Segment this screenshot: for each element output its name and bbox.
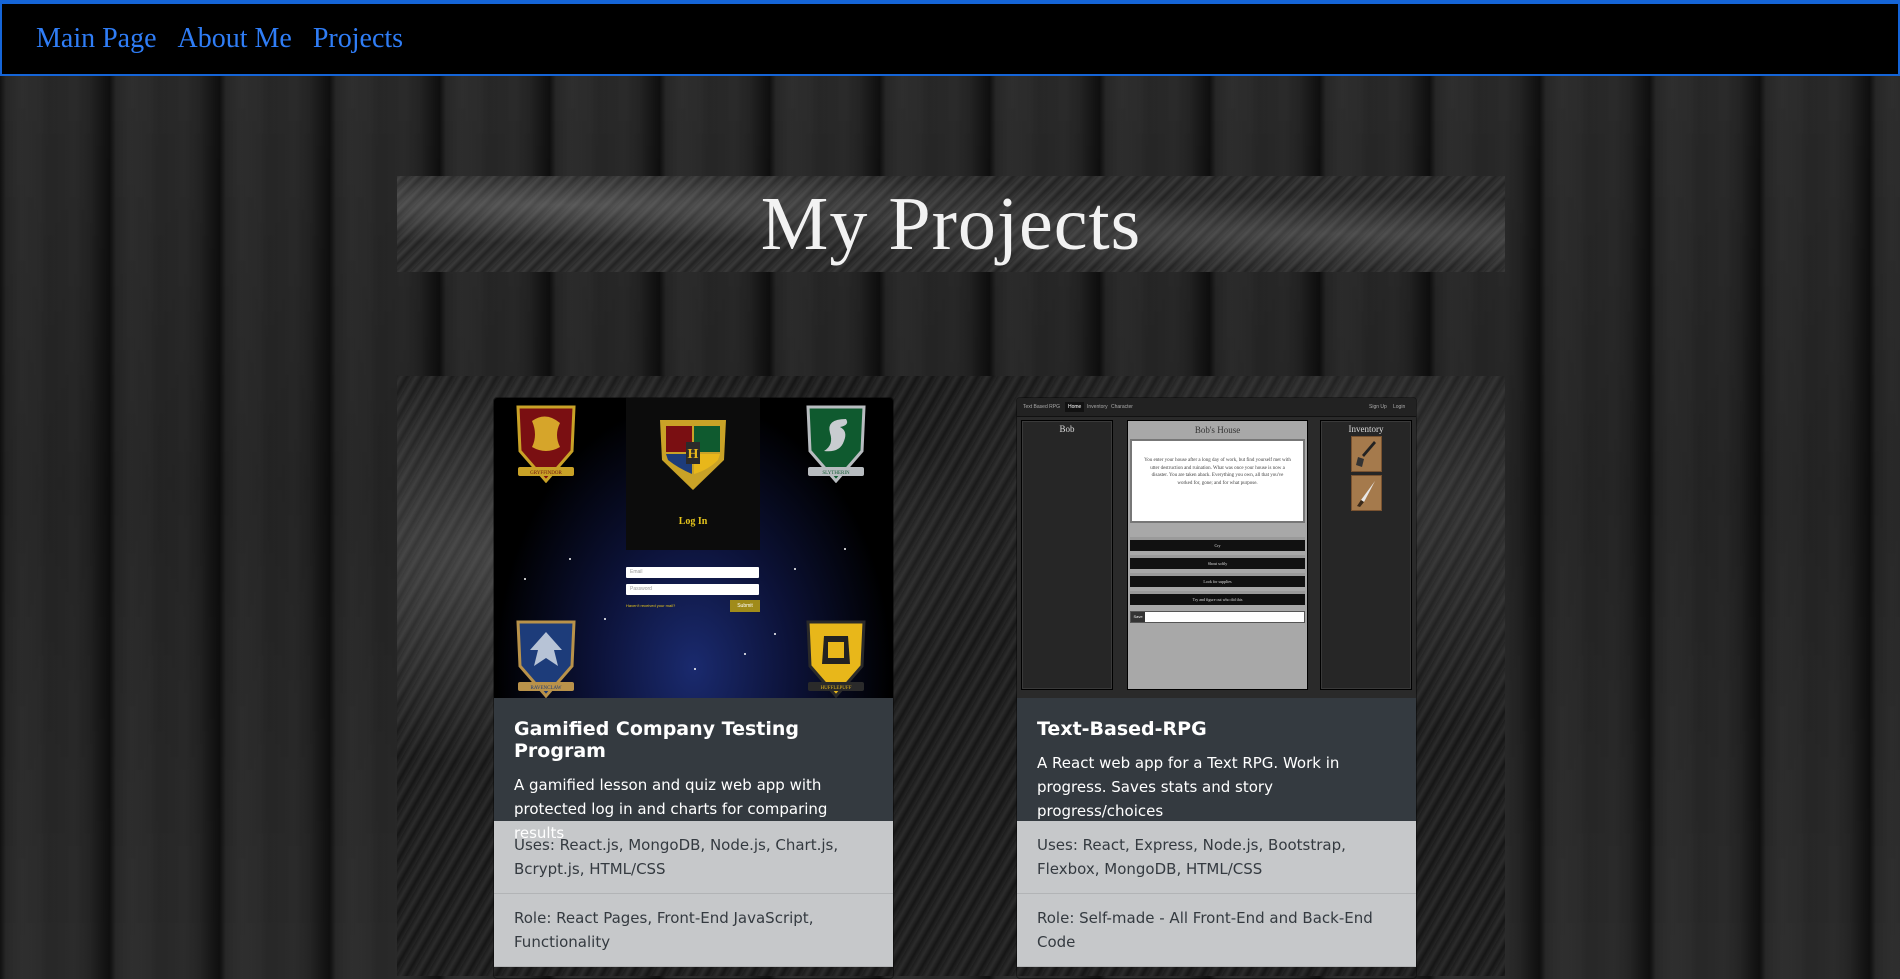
nav-link-about-me[interactable]: About Me [178,23,292,55]
ravenclaw-crest-icon: RAVENCLAW [516,620,576,698]
card-body: Gamified Company Testing Program A gamif… [494,698,893,842]
svg-text:H: H [688,447,699,462]
rpg-story-text: You enter your house after a long day of… [1130,439,1305,523]
rpg-nav-character[interactable]: Character [1111,404,1133,410]
project-card-gamified: GRYFFINDOR SLYTHERIN RAVENCLAW HUFFLEPUF… [493,397,894,979]
rpg-navbar: Text Based RPG Home Inventory Character … [1017,398,1416,417]
crest-label: SLYTHERIN [822,471,850,476]
rpg-character-name: Bob [1059,424,1075,434]
rpg-choice-button[interactable]: Try and figure out who did this [1130,591,1305,605]
rpg-nav-signup[interactable]: Sign Up [1369,404,1387,410]
password-field[interactable]: Password [626,584,759,595]
rpg-story-column: Bob's House You enter your house after a… [1127,420,1308,690]
email-field[interactable]: Email [626,567,759,578]
rpg-nav-inventory[interactable]: Inventory [1087,404,1108,410]
rpg-nav-home[interactable]: Home [1065,402,1085,412]
crest-label: GRYFFINDOR [530,471,562,476]
login-box: H Log In [626,398,760,550]
rpg-inventory-column: Inventory [1320,420,1412,690]
rpg-location-title: Bob's House [1128,421,1307,439]
rpg-choice-button[interactable]: Cry [1130,537,1305,551]
rpg-inventory-title: Inventory [1348,424,1384,434]
hufflepuff-crest-icon: HUFFLEPUFF [806,620,866,698]
rpg-nav-login[interactable]: Login [1393,404,1405,410]
project-screenshot-rpg[interactable]: Text Based RPG Home Inventory Character … [1017,398,1416,698]
card-title: Text-Based-RPG [1037,718,1207,740]
forgot-link[interactable]: Haven't received your mail? [626,603,675,608]
card-role: Role: React Pages, Front-End JavaScript,… [494,894,893,967]
card-uses: Uses: React, Express, Node.js, Bootstrap… [1017,821,1416,894]
knife-icon[interactable] [1351,475,1382,511]
card-body: Text-Based-RPG A React web app for a Tex… [1017,698,1416,821]
page-title: My Projects [760,181,1142,266]
rpg-choice-button[interactable]: Shout softly [1130,555,1305,569]
project-screenshot-gamified[interactable]: GRYFFINDOR SLYTHERIN RAVENCLAW HUFFLEPUF… [494,398,893,698]
hogwarts-crest-icon: H [660,420,726,490]
gryffindor-crest-icon: GRYFFINDOR [516,405,576,483]
login-title: Log In [678,516,708,527]
card-description: A React web app for a Text RPG. Work in … [1037,754,1340,820]
nav-link-main-page[interactable]: Main Page [36,23,157,55]
rpg-choice-button[interactable]: Look for supplies [1130,573,1305,587]
submit-button[interactable]: Submit [730,600,760,612]
rpg-save-input[interactable]: Save [1130,611,1305,623]
card-role: Role: Self-made - All Front-End and Back… [1017,894,1416,967]
nav-link-projects[interactable]: Projects [313,23,403,55]
slytherin-crest-icon: SLYTHERIN [806,405,866,483]
rpg-brand: Text Based RPG [1023,404,1060,410]
project-card-rpg: Text Based RPG Home Inventory Character … [1016,397,1417,979]
rpg-save-button[interactable]: Save [1131,612,1145,622]
page-title-banner: My Projects [397,176,1505,272]
crest-label: RAVENCLAW [531,686,562,691]
card-title: Gamified Company Testing Program [514,718,800,762]
crest-label: HUFFLEPUFF [821,686,852,691]
rpg-character-column: Bob [1021,420,1113,690]
shovel-icon[interactable] [1351,436,1382,472]
top-navbar: Main Page About Me Projects [0,0,1900,76]
